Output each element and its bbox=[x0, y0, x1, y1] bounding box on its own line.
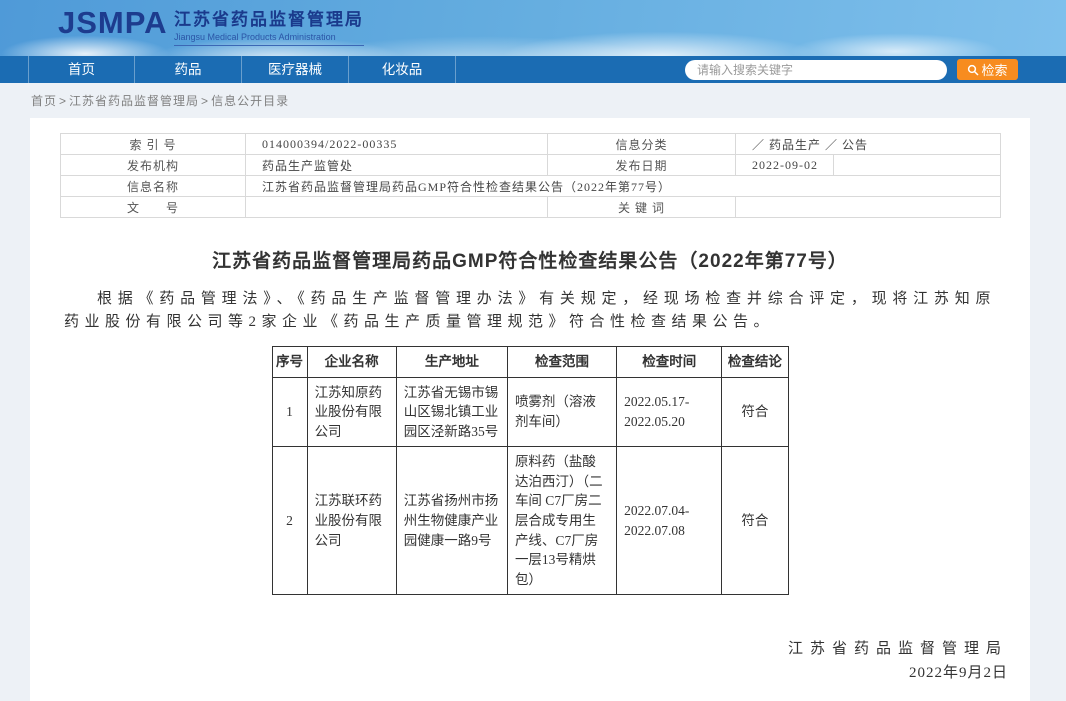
org-name-block: 江苏省药品监督管理局 Jiangsu Medical Products Admi… bbox=[174, 5, 364, 46]
page-title: 江苏省药品监督管理局药品GMP符合性检查结果公告（2022年第77号） bbox=[30, 246, 1030, 273]
main-nav: 首页 药品 医疗器械 化妆品 检索 bbox=[0, 56, 1066, 83]
nav-item-home[interactable]: 首页 bbox=[28, 56, 135, 83]
table-row: 1 江苏知原药业股份有限公司 江苏省无锡市锡山区锡北镇工业园区泾新路35号 喷雾… bbox=[272, 377, 788, 447]
cell-time: 2022.07.04-2022.07.08 bbox=[617, 447, 722, 595]
table-row: 2 江苏联环药业股份有限公司 江苏省扬州市扬州生物健康产业园健康一路9号 原料药… bbox=[272, 447, 788, 595]
meta-table: 索 引 号 014000394/2022-00335 信息分类 ／ 药品生产 ／… bbox=[60, 133, 1001, 218]
breadcrumb-item-directory: 信息公开目录 bbox=[211, 94, 289, 108]
meta-label-index: 索 引 号 bbox=[61, 134, 246, 155]
sky-banner: JSMPA 江苏省药品监督管理局 Jiangsu Medical Product… bbox=[0, 0, 1066, 56]
nav-item-cosmetics[interactable]: 化妆品 bbox=[349, 56, 456, 83]
meta-label-category: 信息分类 bbox=[548, 134, 736, 155]
signature-date: 2022年9月2日 bbox=[30, 661, 1008, 685]
cell-no: 1 bbox=[272, 377, 307, 447]
meta-value-date: 2022-09-02 bbox=[736, 155, 834, 176]
org-name-en: Jiangsu Medical Products Administration bbox=[174, 32, 364, 46]
cell-scope: 喷雾剂（溶液剂车间） bbox=[507, 377, 616, 447]
meta-row-agency: 发布机构 药品生产监管处 发布日期 2022-09-02 bbox=[61, 155, 1001, 176]
search-input[interactable] bbox=[685, 60, 947, 80]
meta-value-category: ／ 药品生产 ／ 公告 bbox=[736, 134, 1001, 155]
meta-row-doc: 文 号 关 键 词 bbox=[61, 197, 1001, 218]
search-button[interactable]: 检索 bbox=[957, 59, 1018, 80]
meta-row-index: 索 引 号 014000394/2022-00335 信息分类 ／ 药品生产 ／… bbox=[61, 134, 1001, 155]
cell-conclusion: 符合 bbox=[722, 447, 788, 595]
cell-conclusion: 符合 bbox=[722, 377, 788, 447]
cell-address: 江苏省扬州市扬州生物健康产业园健康一路9号 bbox=[396, 447, 507, 595]
meta-value-keyword bbox=[736, 197, 1001, 218]
breadcrumb-separator: > bbox=[201, 94, 209, 108]
cell-company: 江苏联环药业股份有限公司 bbox=[307, 447, 396, 595]
results-header-row: 序号 企业名称 生产地址 检查范围 检查时间 检查结论 bbox=[272, 347, 788, 378]
results-header-company: 企业名称 bbox=[307, 347, 396, 378]
nav-item-medical-devices[interactable]: 医疗器械 bbox=[242, 56, 349, 83]
cell-scope: 原料药（盐酸达泊西汀）（二车间 C7厂房二层合成专用生产线、C7厂房一层13号精… bbox=[507, 447, 616, 595]
search-icon bbox=[967, 64, 979, 76]
results-table: 序号 企业名称 生产地址 检查范围 检查时间 检查结论 1 江苏知原药业股份有限… bbox=[272, 346, 789, 595]
jsmpa-logo[interactable]: JSMPA bbox=[58, 5, 168, 41]
meta-value-index: 014000394/2022-00335 bbox=[246, 134, 548, 155]
org-name-cn: 江苏省药品监督管理局 bbox=[174, 5, 364, 30]
search-button-label: 检索 bbox=[981, 60, 1007, 79]
breadcrumb: 首页>江苏省药品监督管理局>信息公开目录 bbox=[31, 92, 289, 109]
results-header-time: 检查时间 bbox=[617, 347, 722, 378]
breadcrumb-item-home[interactable]: 首页 bbox=[31, 94, 57, 108]
meta-value-doc bbox=[246, 197, 548, 218]
meta-value-agency: 药品生产监管处 bbox=[246, 155, 548, 176]
cell-company: 江苏知原药业股份有限公司 bbox=[307, 377, 396, 447]
results-header-conclusion: 检查结论 bbox=[722, 347, 788, 378]
results-header-scope: 检查范围 bbox=[507, 347, 616, 378]
meta-label-keyword: 关 键 词 bbox=[548, 197, 736, 218]
meta-label-agency: 发布机构 bbox=[61, 155, 246, 176]
signature-block: 江苏省药品监督管理局 2022年9月2日 bbox=[30, 637, 1030, 685]
meta-label-doc: 文 号 bbox=[61, 197, 246, 218]
signature-org: 江苏省药品监督管理局 bbox=[30, 637, 1008, 661]
meta-value-date-empty bbox=[834, 155, 1001, 176]
breadcrumb-separator: > bbox=[59, 94, 67, 108]
nav-item-drugs[interactable]: 药品 bbox=[135, 56, 242, 83]
breadcrumb-item-admin[interactable]: 江苏省药品监督管理局 bbox=[69, 94, 199, 108]
article-body: 根据《药品管理法》、《药品生产监督管理办法》有关规定，经现场检查并综合评定，现将… bbox=[64, 288, 996, 334]
meta-row-name: 信息名称 江苏省药品监督管理局药品GMP符合性检查结果公告（2022年第77号） bbox=[61, 176, 1001, 197]
results-header-address: 生产地址 bbox=[396, 347, 507, 378]
meta-label-date: 发布日期 bbox=[548, 155, 736, 176]
meta-label-name: 信息名称 bbox=[61, 176, 246, 197]
results-header-no: 序号 bbox=[272, 347, 307, 378]
content-card: 索 引 号 014000394/2022-00335 信息分类 ／ 药品生产 ／… bbox=[30, 118, 1030, 701]
cell-address: 江苏省无锡市锡山区锡北镇工业园区泾新路35号 bbox=[396, 377, 507, 447]
cell-no: 2 bbox=[272, 447, 307, 595]
meta-value-name: 江苏省药品监督管理局药品GMP符合性检查结果公告（2022年第77号） bbox=[246, 176, 1001, 197]
cell-time: 2022.05.17-2022.05.20 bbox=[617, 377, 722, 447]
